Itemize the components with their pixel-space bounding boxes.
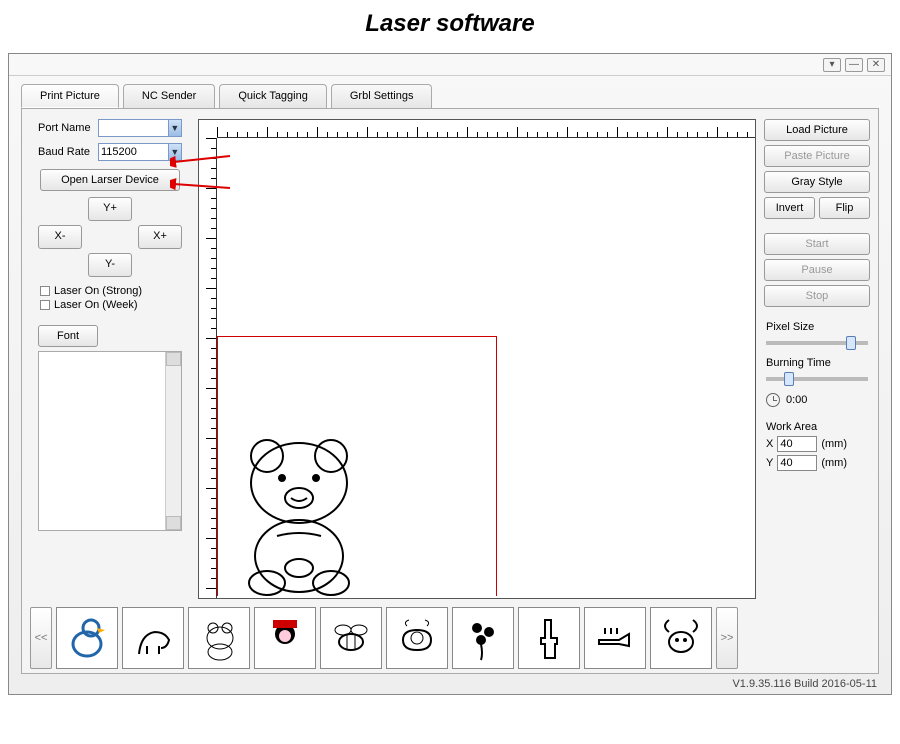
- x-minus-button[interactable]: X-: [38, 225, 82, 249]
- chevron-down-icon[interactable]: ▼: [168, 120, 181, 136]
- burning-time-slider[interactable]: [766, 377, 868, 381]
- left-panel: Port Name ▼ Baud Rate ▼ Open Larser Devi…: [30, 119, 190, 599]
- open-laser-device-button[interactable]: Open Larser Device: [40, 169, 180, 191]
- tab-panel: Port Name ▼ Baud Rate ▼ Open Larser Devi…: [21, 108, 879, 674]
- scroll-up-button[interactable]: [166, 352, 181, 366]
- thumbs-prev-button[interactable]: <<: [30, 607, 52, 669]
- flip-button[interactable]: Flip: [819, 197, 870, 219]
- canvas-area: [198, 119, 756, 599]
- thumb-hand-point[interactable]: [584, 607, 646, 669]
- baud-rate-input[interactable]: [99, 144, 168, 160]
- ruler-vertical: [199, 138, 217, 598]
- thumb-hand-middle[interactable]: [518, 607, 580, 669]
- work-y-input[interactable]: [777, 455, 817, 471]
- burning-time-label: Burning Time: [766, 357, 870, 369]
- elapsed-time: 0:00: [786, 394, 807, 406]
- checkbox-icon[interactable]: [40, 300, 50, 310]
- tab-print-picture[interactable]: Print Picture: [21, 84, 119, 108]
- stop-button[interactable]: Stop: [764, 285, 870, 307]
- thumbs-next-button[interactable]: >>: [716, 607, 738, 669]
- laser-week-checkbox-row[interactable]: Laser On (Week): [40, 299, 180, 311]
- start-button[interactable]: Start: [764, 233, 870, 255]
- unit-label: (mm): [821, 438, 847, 450]
- direction-pad: Y+ X- X+ Y-: [38, 197, 182, 277]
- right-panel: Load Picture Paste Picture Gray Style In…: [764, 119, 870, 599]
- baud-rate-label: Baud Rate: [38, 146, 94, 158]
- close-button[interactable]: ✕: [867, 58, 885, 72]
- paste-picture-button[interactable]: Paste Picture: [764, 145, 870, 167]
- canvas-image-bear: [227, 428, 387, 598]
- scrollbar[interactable]: [165, 352, 181, 530]
- work-y-label: Y: [766, 457, 773, 469]
- page-title: Laser software: [0, 0, 900, 53]
- scroll-down-button[interactable]: [166, 516, 181, 530]
- laser-week-label: Laser On (Week): [54, 299, 138, 311]
- checkbox-icon[interactable]: [40, 286, 50, 296]
- chevron-down-icon[interactable]: ▼: [168, 144, 181, 160]
- text-input-area[interactable]: [38, 351, 182, 531]
- laser-strong-checkbox-row[interactable]: Laser On (Strong): [40, 285, 180, 297]
- app-window: ▾ — ✕ Print Picture NC Sender Quick Tagg…: [8, 53, 892, 695]
- ruler-horizontal: [217, 120, 755, 138]
- unit-label: (mm): [821, 457, 847, 469]
- pixel-size-slider[interactable]: [766, 341, 868, 345]
- gray-style-button[interactable]: Gray Style: [764, 171, 870, 193]
- thumbnail-strip: << >>: [22, 603, 878, 673]
- pixel-size-label: Pixel Size: [766, 321, 870, 333]
- port-name-combo[interactable]: ▼: [98, 119, 182, 137]
- baud-rate-combo[interactable]: ▼: [98, 143, 182, 161]
- port-name-input[interactable]: [99, 120, 168, 136]
- clock-icon: [766, 393, 780, 407]
- status-bar-version: V1.9.35.116 Build 2016-05-11: [9, 678, 891, 694]
- work-x-input[interactable]: [777, 436, 817, 452]
- thumb-sheep[interactable]: [386, 607, 448, 669]
- dropdown-titlebar-icon[interactable]: ▾: [823, 58, 841, 72]
- canvas[interactable]: [198, 119, 756, 599]
- invert-button[interactable]: Invert: [764, 197, 815, 219]
- minimize-button[interactable]: —: [845, 58, 863, 72]
- work-area-label: Work Area: [766, 421, 870, 433]
- y-minus-button[interactable]: Y-: [88, 253, 132, 277]
- font-button[interactable]: Font: [38, 325, 98, 347]
- thumb-flowers[interactable]: [452, 607, 514, 669]
- thumb-horse[interactable]: [122, 607, 184, 669]
- thumb-bear[interactable]: [188, 607, 250, 669]
- tab-nc-sender[interactable]: NC Sender: [123, 84, 215, 108]
- thumb-bull[interactable]: [650, 607, 712, 669]
- thumb-girl[interactable]: [254, 607, 316, 669]
- tab-quick-tagging[interactable]: Quick Tagging: [219, 84, 327, 108]
- x-plus-button[interactable]: X+: [138, 225, 182, 249]
- thumb-bee[interactable]: [320, 607, 382, 669]
- work-x-label: X: [766, 438, 773, 450]
- pause-button[interactable]: Pause: [764, 259, 870, 281]
- tab-bar: Print Picture NC Sender Quick Tagging Gr…: [9, 76, 891, 108]
- tab-grbl-settings[interactable]: Grbl Settings: [331, 84, 433, 108]
- y-plus-button[interactable]: Y+: [88, 197, 132, 221]
- port-name-label: Port Name: [38, 122, 94, 134]
- laser-strong-label: Laser On (Strong): [54, 285, 142, 297]
- thumb-duck[interactable]: [56, 607, 118, 669]
- load-picture-button[interactable]: Load Picture: [764, 119, 870, 141]
- titlebar: ▾ — ✕: [9, 54, 891, 76]
